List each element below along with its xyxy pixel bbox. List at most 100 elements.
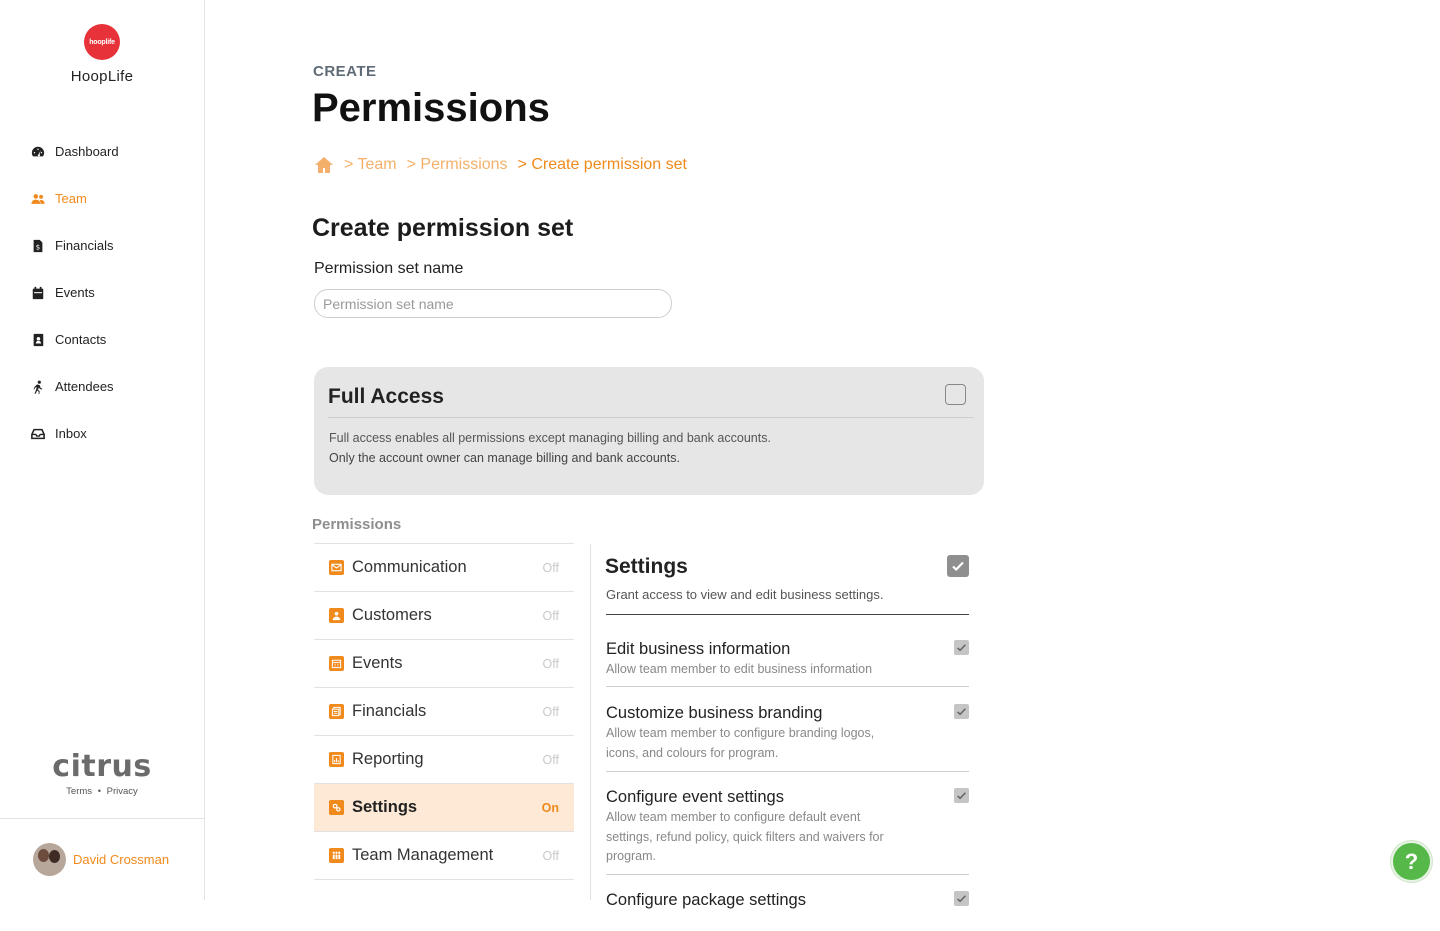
setting-configure-event-settings: Configure event settings Allow team memb… [606,788,969,875]
permission-set-name-label: Permission set name [314,260,464,277]
permissions-heading: Permissions [312,516,402,533]
divider [590,544,591,900]
permission-label: Financials [352,702,427,720]
breadcrumb-team[interactable]: > Team [344,156,397,174]
user-profile[interactable]: David Crossman [0,818,204,900]
settings-checkbox[interactable] [947,555,969,577]
permission-label: Team Management [352,846,494,864]
setting-checkbox[interactable] [954,788,969,803]
sidebar-item-label: Dashboard [55,144,119,159]
check-icon [957,708,966,716]
footer-links: Terms • Privacy [0,786,204,797]
permission-item-reporting[interactable]: Reporting Off [314,736,574,784]
check-icon [957,895,966,903]
sidebar: hooplife HoopLife Dashboard Team $ Finan… [0,0,205,900]
report-icon [329,752,344,767]
detail-description: Grant access to view and edit business s… [606,587,884,602]
full-access-desc-line2: Only the account owner can manage billin… [329,451,680,465]
team-icon [30,192,45,206]
sidebar-item-events[interactable]: Events [0,269,204,316]
gears-icon [329,800,344,815]
permission-state: Off [542,656,559,671]
avatar [33,843,66,876]
permission-item-financials[interactable]: Financials Off [314,688,574,736]
permission-item-team-management[interactable]: Team Management Off [314,832,574,880]
sidebar-item-label: Inbox [55,426,87,441]
terms-link[interactable]: Terms [66,786,92,797]
permission-state: Off [542,752,559,767]
setting-customize-business-branding: Customize business branding Allow team m… [606,704,969,772]
sidebar-item-label: Events [55,285,95,300]
user-name[interactable]: David Crossman [73,852,169,867]
receipt-icon [329,704,344,719]
breadcrumb-current: > Create permission set [517,156,687,173]
permission-state: Off [542,704,559,719]
envelope-icon [329,560,344,575]
setting-checkbox[interactable] [954,640,969,655]
sidebar-item-dashboard[interactable]: Dashboard [0,128,204,175]
sidebar-nav: Dashboard Team $ Financials Events Conta… [0,128,204,457]
setting-description: Allow team member to configure default e… [606,810,884,863]
section-title: Create permission set [312,214,574,242]
financials-icon: $ [30,239,45,253]
hooplife-logo[interactable]: hooplife [84,24,120,60]
setting-checkbox[interactable] [954,891,969,906]
breadcrumb-permissions[interactable]: > Permissions [407,156,508,174]
sidebar-item-team[interactable]: Team [0,175,204,222]
full-access-title: Full Access [328,385,444,408]
divider [328,417,974,418]
setting-edit-business-information: Edit business information Allow team mem… [606,640,969,687]
events-icon [30,286,45,300]
citrus-footer: citrus Terms • Privacy [0,750,204,798]
setting-title: Configure event settings [606,788,784,806]
setting-description: Allow team member to edit business infor… [606,662,873,676]
detail-title: Settings [605,555,688,578]
permission-set-name-input[interactable] [314,289,672,318]
permission-label: Communication [352,558,467,576]
sidebar-item-label: Attendees [55,379,114,394]
setting-description: Allow team member to configure branding … [606,726,875,760]
privacy-link[interactable]: Privacy [107,786,138,797]
permissions-list: Communication Off Customers Off Events O… [314,543,574,880]
brand-name: HoopLife [70,68,134,85]
permission-label: Customers [352,606,432,624]
setting-checkbox[interactable] [954,704,969,719]
permission-item-events[interactable]: Events Off [314,640,574,688]
full-access-checkbox[interactable] [945,384,966,405]
permission-label: Reporting [352,750,424,768]
svg-text:$: $ [35,243,39,251]
dashboard-icon [30,145,45,159]
setting-configure-package-settings: Configure package settings [606,891,969,931]
setting-title: Configure package settings [606,891,806,909]
permission-label: Events [352,654,403,672]
footer-separator: • [97,786,102,797]
full-access-card: Full Access Full access enables all perm… [314,367,984,495]
setting-title: Customize business branding [606,704,823,722]
full-access-description: Full access enables all permissions exce… [329,428,771,468]
permission-item-customers[interactable]: Customers Off [314,592,574,640]
help-button[interactable]: ? [1391,841,1432,882]
permission-item-communication[interactable]: Communication Off [314,544,574,592]
sidebar-item-financials[interactable]: $ Financials [0,222,204,269]
contacts-icon [30,333,45,347]
customer-icon [329,608,344,623]
check-icon [952,561,964,572]
team-management-icon [329,848,344,863]
sidebar-item-contacts[interactable]: Contacts [0,316,204,363]
permission-label: Settings [352,798,418,816]
inbox-icon [30,427,45,441]
breadcrumb: > Team > Permissions > Create permission… [314,156,687,174]
home-icon[interactable] [314,156,334,174]
sidebar-item-inbox[interactable]: Inbox [0,410,204,457]
calendar-icon [329,656,344,671]
sidebar-item-label: Team [55,191,87,206]
permission-state: Off [542,560,559,575]
permission-item-settings[interactable]: Settings On [314,784,574,832]
permission-state: Off [542,608,559,623]
check-icon [957,644,966,652]
sidebar-item-label: Financials [55,238,114,253]
sidebar-item-attendees[interactable]: Attendees [0,363,204,410]
sidebar-item-label: Contacts [55,332,107,347]
check-icon [957,792,966,800]
attendees-icon [30,380,45,394]
